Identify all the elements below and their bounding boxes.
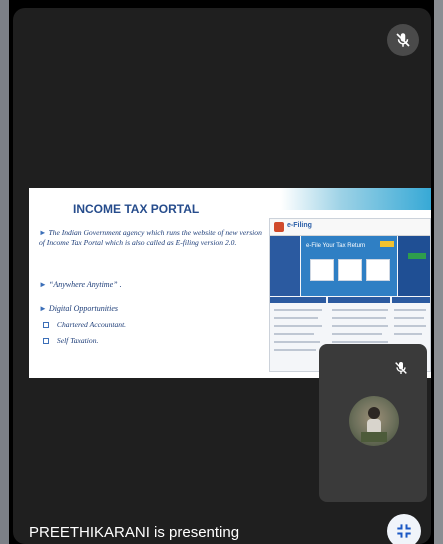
- screenshot-text-line: [394, 317, 424, 319]
- right-edge-strip: [434, 0, 443, 544]
- minimize-glyph: [397, 524, 411, 538]
- screenshot-sidebar: [270, 236, 300, 296]
- mic-off-glyph: [396, 33, 410, 47]
- screenshot-text-line: [394, 325, 426, 327]
- presenting-status: PREETHIKARANI is presenting: [29, 524, 240, 541]
- screenshot-section-bar: [270, 297, 326, 303]
- avatar: [349, 396, 399, 446]
- screenshot-text-line: [394, 333, 422, 335]
- slide-digital-heading: ► Digital Opportunities: [39, 304, 118, 313]
- screenshot-text-line: [274, 341, 320, 343]
- screenshot-text-line: [274, 309, 322, 311]
- slide-accent-bar: [281, 188, 431, 210]
- screenshot-text-line: [332, 341, 388, 343]
- screenshot-card: [338, 259, 362, 281]
- emblem-icon: [274, 222, 284, 232]
- slide-paragraph-text: The Indian Government agency which runs …: [39, 228, 262, 247]
- mic-off-icon[interactable]: [387, 24, 419, 56]
- screenshot-register-button: [408, 253, 426, 259]
- mic-off-icon: [389, 356, 413, 380]
- screenshot-text-line: [332, 309, 388, 311]
- slide-digital-text: Digital Opportunities: [48, 304, 119, 313]
- screenshot-text-line: [274, 333, 314, 335]
- screenshot-hero-text: e-File Your Tax Return: [306, 243, 366, 249]
- slide-paragraph: ► The Indian Government agency which run…: [39, 228, 267, 248]
- screenshot-text-line: [332, 325, 388, 327]
- screenshot-section-bar: [392, 297, 430, 303]
- screenshot-text-line: [274, 325, 322, 327]
- presentation-stage: INCOME TAX PORTAL ► The Indian Governmen…: [13, 8, 431, 544]
- slide-title: INCOME TAX PORTAL: [73, 202, 200, 216]
- square-bullet-icon: [43, 322, 49, 329]
- minimize-icon[interactable]: [387, 514, 421, 544]
- arrow-bullet-icon: ►: [39, 280, 47, 289]
- screenshot-text-line: [394, 309, 426, 311]
- screenshot-card: [310, 259, 334, 281]
- screenshot-text-line: [332, 333, 382, 335]
- screenshot-hero-button: [380, 241, 394, 247]
- mic-off-glyph: [395, 362, 407, 374]
- slide-sub-item: Self Taxation.: [43, 336, 98, 345]
- left-edge-strip: [0, 0, 9, 544]
- slide-sub-item: Chartered Accountant.: [43, 320, 126, 329]
- screenshot-text-line: [332, 317, 386, 319]
- slide-sub-item-text: Chartered Accountant.: [56, 320, 127, 329]
- slide-quote-text: “Anywhere Anytime” .: [48, 280, 122, 289]
- screenshot-site-name: e-Filing: [287, 222, 312, 229]
- screenshot-text-line: [274, 317, 318, 319]
- participant-tile[interactable]: [319, 344, 427, 502]
- square-bullet-icon: [43, 338, 49, 345]
- avatar-figure: [361, 407, 387, 442]
- screenshot-text-line: [274, 349, 316, 351]
- arrow-bullet-icon: ►: [39, 228, 47, 237]
- arrow-bullet-icon: ►: [39, 304, 47, 313]
- slide-quote: ► “Anywhere Anytime” .: [39, 280, 122, 289]
- slide-sub-item-text: Self Taxation.: [56, 336, 99, 345]
- screenshot-right-panel: [398, 236, 430, 296]
- screenshot-card: [366, 259, 390, 281]
- screenshot-section-bar: [328, 297, 390, 303]
